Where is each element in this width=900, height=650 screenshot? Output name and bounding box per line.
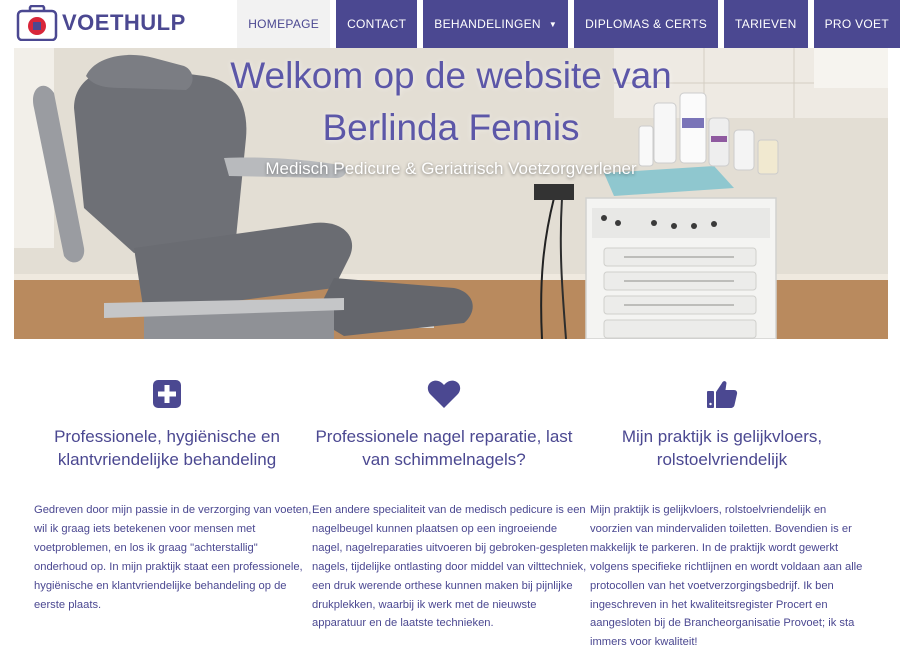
nav-homepage[interactable]: HOMEPAGE (237, 0, 331, 48)
first-aid-case-icon (16, 4, 58, 42)
nav-diplomas-label: DIPLOMAS & CERTS (585, 17, 708, 31)
nav-diplomas[interactable]: DIPLOMAS & CERTS (574, 0, 719, 48)
hero-title: Welkom op de website van Berlinda Fennis (14, 50, 888, 154)
feature-title-line-2: klantvriendelijke behandeling (57, 450, 277, 469)
caret-down-icon: ▼ (548, 19, 558, 29)
nav-homepage-label: HOMEPAGE (248, 17, 320, 31)
feature-title: Professionele nagel reparatie, last van … (305, 425, 583, 471)
nav-tarieven[interactable]: TARIEVEN (724, 0, 808, 48)
brand-name: VOETHULP (62, 10, 186, 35)
hero-banner: Welkom op de website van Berlinda Fennis… (14, 48, 888, 339)
feature-title: Mijn praktijk is gelijkvloers, rolstoelv… (583, 425, 861, 471)
logo[interactable]: VOETHULP (16, 4, 186, 42)
nav-pro-voet[interactable]: PRO VOET (813, 0, 900, 48)
feature-title-line-1: Mijn praktijk is gelijkvloers, (621, 427, 823, 446)
main-menu: HOMEPAGE CONTACT BEHANDELINGEN ▼ DIPLOMAS… (237, 0, 900, 48)
plus-square-icon (153, 380, 181, 408)
feature-body: Gedreven door mijn passie in de verzorgi… (34, 504, 312, 611)
nav-behandelingen-label: BEHANDELINGEN (434, 17, 541, 31)
feature-title-line-2: van schimmelnagels? (362, 450, 526, 469)
heart-icon (427, 380, 461, 408)
feature-title-line-2: rolstoelvriendelijk (656, 450, 788, 469)
nav-behandelingen[interactable]: BEHANDELINGEN ▼ (423, 0, 569, 48)
hero-title-line-2: Berlinda Fennis (322, 107, 580, 148)
feature-title-line-1: Professionele nagel reparatie, last (315, 427, 573, 446)
nav-pro-voet-label: PRO VOET (824, 17, 889, 31)
top-navigation: VOETHULP HOMEPAGE CONTACT BEHANDELINGEN ▼… (0, 0, 900, 48)
feature-body: Een andere specialiteit van de medisch p… (312, 504, 589, 630)
feature-body: Mijn praktijk is gelijkvloers, rolstoelv… (590, 504, 863, 649)
feature-title: Professionele, hygiënische en klantvrien… (28, 425, 306, 471)
features-section: Professionele, hygiënische en klantvrien… (0, 339, 900, 650)
feature-title-line-1: Professionele, hygiënische en (54, 427, 280, 446)
nav-contact-label: CONTACT (347, 17, 407, 31)
hero-subtitle: Medisch Pedicure & Geriatrisch Voetzorgv… (265, 159, 637, 178)
hero-title-line-1: Welkom op de website van (230, 55, 672, 96)
nav-tarieven-label: TARIEVEN (735, 17, 797, 31)
nav-contact[interactable]: CONTACT (336, 0, 418, 48)
thumbs-up-icon (707, 381, 738, 408)
